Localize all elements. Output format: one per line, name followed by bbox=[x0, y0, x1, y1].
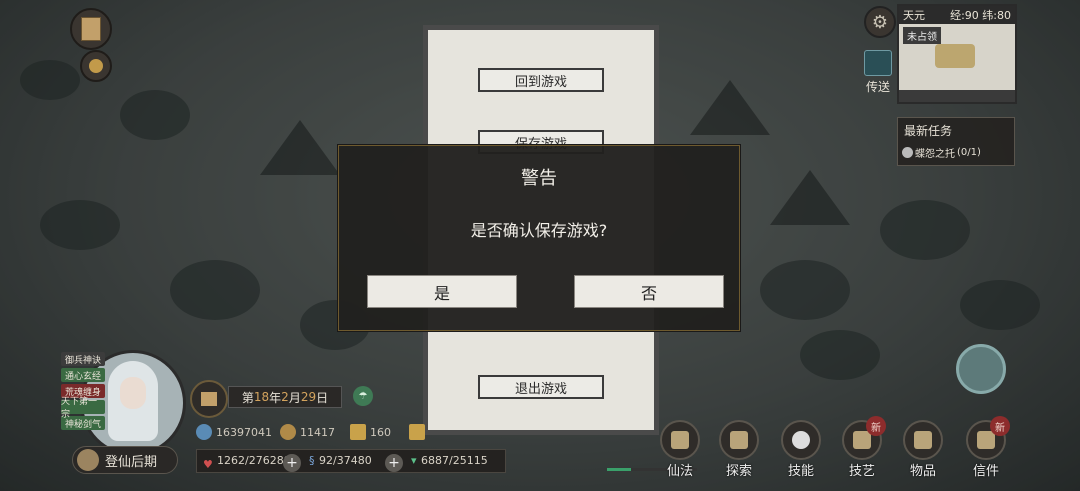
scroll-icon bbox=[81, 17, 101, 41]
pet-avatar[interactable] bbox=[956, 344, 1006, 394]
spirit-stones: 16397041 bbox=[196, 423, 272, 441]
no-button[interactable]: 否 bbox=[574, 275, 724, 308]
action-items[interactable]: 物品 bbox=[897, 420, 949, 479]
date-day: 29 bbox=[300, 390, 317, 404]
action-skills[interactable]: 技能 bbox=[775, 420, 827, 479]
minimap-region: 未占领 bbox=[903, 27, 941, 44]
ticket-add-icon[interactable] bbox=[409, 424, 425, 440]
bag-icon bbox=[89, 59, 103, 73]
mp-icon: § bbox=[309, 454, 315, 467]
teleport-icon bbox=[864, 50, 892, 76]
exp-icon: ▾ bbox=[411, 454, 417, 467]
teleport-button[interactable]: 传送 bbox=[860, 50, 896, 95]
quest-item[interactable]: 蝶怨之托 (0/1) bbox=[902, 145, 981, 160]
status-tags: 御兵神诀 通心玄经 荒魂缠身 天下第一宗 神秘剑气 bbox=[61, 352, 105, 432]
realm-button[interactable]: 登仙后期 bbox=[72, 446, 178, 474]
quest-title: 最新任务 bbox=[904, 124, 953, 138]
status-tag[interactable]: 神秘剑气 bbox=[61, 416, 105, 430]
date-year-unit: 年 bbox=[269, 390, 282, 405]
yin-yang-icon bbox=[781, 420, 821, 460]
spirit-stones-value: 16397041 bbox=[216, 425, 272, 439]
gear-icon: ⚙ bbox=[871, 11, 889, 33]
scroll-button[interactable] bbox=[70, 8, 112, 50]
action-label: 探索 bbox=[725, 464, 752, 479]
confirm-dialog: 警告 是否确认保存游戏? 是 否 bbox=[338, 145, 740, 331]
hp-add-button[interactable]: + bbox=[283, 454, 301, 472]
quest-item-name: 蝶怨之托 bbox=[915, 149, 955, 160]
items-icon bbox=[903, 420, 943, 460]
dialog-title: 警告 bbox=[521, 168, 557, 189]
date-prefix: 第 bbox=[241, 390, 254, 405]
date-month: 2 bbox=[281, 390, 289, 404]
new-badge: 新 bbox=[866, 416, 886, 436]
coin-icon bbox=[280, 424, 296, 440]
action-spells[interactable]: 仙法 bbox=[654, 420, 706, 479]
action-letters[interactable]: 新 信件 bbox=[960, 416, 1012, 479]
game-date: 第 18 年 2 月 29 日 bbox=[228, 386, 342, 408]
date-day-unit: 日 bbox=[316, 390, 329, 405]
minimap-location: 天元 bbox=[903, 9, 925, 22]
realm-icon bbox=[77, 449, 99, 471]
exit-game-button[interactable]: 退出游戏 bbox=[478, 375, 604, 399]
minimap-coords: 经:90 纬:80 bbox=[950, 9, 1011, 22]
new-badge: 新 bbox=[990, 416, 1010, 436]
quest-panel[interactable]: 最新任务 蝶怨之托 (0/1) bbox=[897, 117, 1015, 166]
status-tag[interactable]: 御兵神诀 bbox=[61, 352, 105, 366]
weather-icon[interactable]: ☂ bbox=[353, 386, 373, 406]
bag-button[interactable] bbox=[80, 50, 112, 82]
action-explore[interactable]: 探索 bbox=[713, 420, 765, 479]
realm-label: 登仙后期 bbox=[105, 454, 158, 470]
return-to-game-button[interactable]: 回到游戏 bbox=[478, 68, 604, 92]
mp-add-button[interactable]: + bbox=[385, 454, 403, 472]
minimap-strip bbox=[899, 90, 1015, 102]
explore-icon bbox=[719, 420, 759, 460]
action-crafts[interactable]: 新 技艺 bbox=[836, 416, 888, 479]
quest-icon bbox=[902, 147, 913, 158]
hp-value: 1262/276289 bbox=[217, 454, 291, 467]
coins-value: 11417 bbox=[300, 425, 335, 439]
exp-value: 6887/25115 bbox=[421, 454, 488, 467]
tickets: 160 bbox=[350, 423, 425, 441]
teleport-label: 传送 bbox=[865, 80, 890, 94]
calendar-icon bbox=[201, 392, 217, 406]
quest-progress: (0/1) bbox=[957, 147, 981, 158]
action-label: 物品 bbox=[909, 464, 936, 479]
action-label: 信件 bbox=[972, 464, 999, 479]
mp-value: 92/37480 bbox=[319, 454, 372, 467]
coins: 11417 bbox=[280, 423, 335, 441]
exp-bar-fill bbox=[607, 468, 632, 471]
minimap[interactable]: 天元 经:90 纬:80 未占领 bbox=[897, 4, 1017, 104]
date-year: 18 bbox=[253, 390, 270, 404]
minimap-header: 天元 经:90 纬:80 bbox=[899, 6, 1015, 24]
spells-icon bbox=[660, 420, 700, 460]
action-label: 技能 bbox=[787, 464, 814, 479]
yes-button[interactable]: 是 bbox=[367, 275, 517, 308]
action-label: 技艺 bbox=[848, 464, 875, 479]
settings-button[interactable]: ⚙ bbox=[864, 6, 896, 38]
status-tag[interactable]: 天下第一宗 bbox=[61, 397, 105, 420]
date-month-unit: 月 bbox=[288, 390, 301, 405]
status-tag[interactable]: 通心玄经 bbox=[61, 368, 105, 382]
dialog-message: 是否确认保存游戏? bbox=[470, 221, 608, 240]
stats-bar: ♥ 1262/276289 + § 92/37480 + ▾ 6887/2511… bbox=[196, 449, 697, 473]
boat-icon bbox=[935, 44, 975, 68]
portrait-face bbox=[120, 377, 146, 409]
action-label: 仙法 bbox=[666, 464, 693, 479]
calendar-button[interactable] bbox=[190, 380, 228, 418]
spirit-stone-icon bbox=[196, 424, 212, 440]
ticket-icon bbox=[350, 424, 366, 440]
tickets-value: 160 bbox=[370, 425, 391, 439]
